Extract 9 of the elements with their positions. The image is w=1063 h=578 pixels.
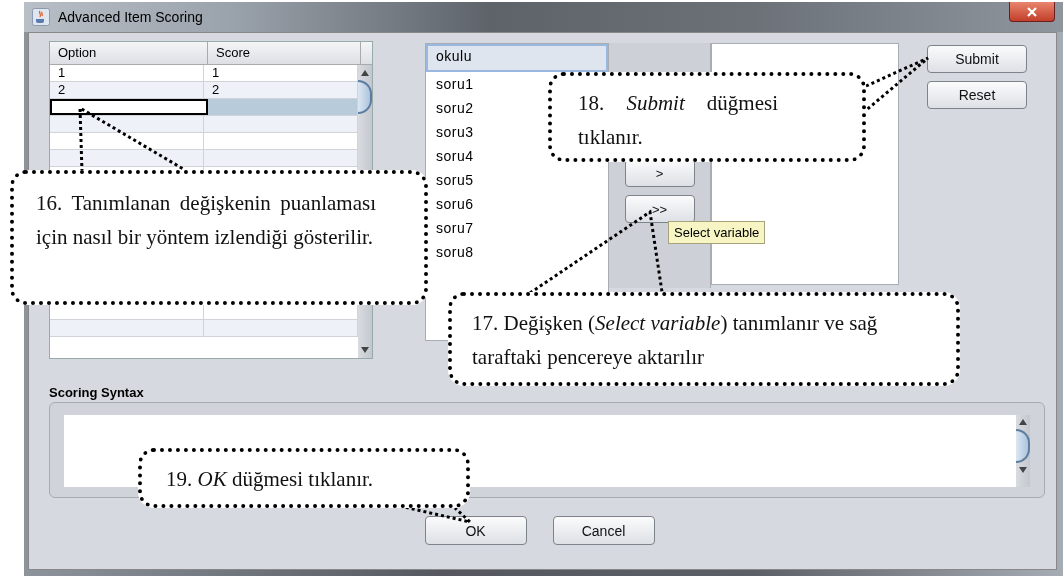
window-title: Advanced Item Scoring xyxy=(58,9,203,25)
callout-tooltip: 18. Submit düğmesi tıklanır. xyxy=(548,72,866,162)
callout-tooltip: 19. OK düğmesi tıklanır. xyxy=(138,448,470,508)
section-label: Scoring Syntax xyxy=(49,385,145,400)
tooltip: Select variable xyxy=(668,221,766,244)
table-cell: 2 xyxy=(50,82,204,98)
callout-tooltip: 16. Tanımlanan değişkenin puanlaması için nasıl bir yöntem izlendiği gösterilir. xyxy=(10,170,428,305)
table-cell: 1 xyxy=(50,65,204,81)
callout-tooltip: 17. Değişken (Select variable) tanımlanır ve sağ taraftaki pencereye aktarılır xyxy=(448,292,960,386)
